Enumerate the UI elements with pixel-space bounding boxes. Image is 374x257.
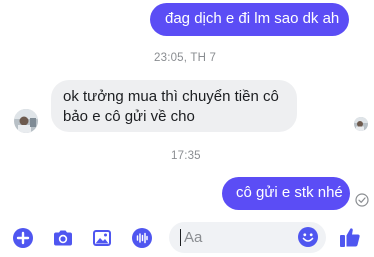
read-receipt-avatar (354, 117, 368, 131)
message-input[interactable]: Aa (169, 222, 326, 253)
message-text: cô gửi e stk nhé (236, 184, 343, 201)
plus-icon[interactable] (11, 226, 35, 250)
camera-icon[interactable] (51, 226, 75, 250)
sent-message-bubble[interactable]: đag dịch e đi lm sao dk ah (150, 3, 349, 36)
sent-check-icon (355, 193, 369, 207)
contact-avatar[interactable] (14, 109, 38, 133)
message-text-line: ok tưởng mua thì chuyển tiền cô (63, 88, 279, 105)
received-message-bubble[interactable]: ok tưởng mua thì chuyển tiền cô bảo e cô… (51, 80, 297, 132)
timestamp: 23:05, TH 7 (154, 52, 217, 64)
message-text: đag dịch e đi lm sao dk ah (165, 10, 340, 27)
avatar-icon (14, 109, 38, 133)
avatar-icon (354, 117, 368, 131)
thumbs-up-icon[interactable] (338, 225, 362, 249)
microphone-icon[interactable] (130, 226, 154, 250)
sent-message-bubble[interactable]: cô gửi e stk nhé (222, 177, 350, 210)
photo-icon[interactable] (90, 226, 114, 250)
timestamp: 17:35 (171, 150, 201, 162)
text-caret (180, 229, 181, 246)
message-text-line: bảo e cô gửi về cho (63, 108, 195, 125)
smiley-icon[interactable] (297, 226, 319, 248)
input-placeholder: Aa (184, 229, 203, 246)
